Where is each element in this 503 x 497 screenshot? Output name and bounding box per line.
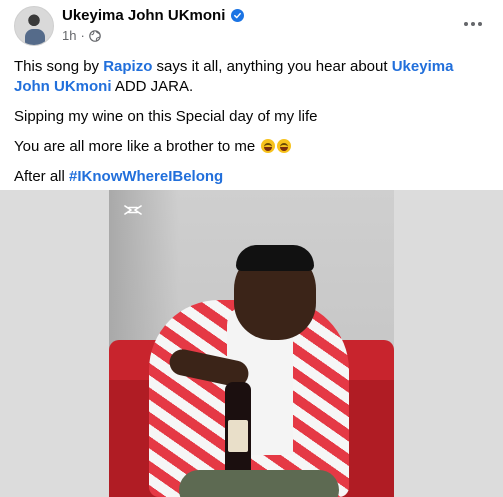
post-meta: 1h ·	[62, 28, 101, 43]
video-frame[interactable]	[109, 190, 394, 497]
video-scene-shorts	[179, 470, 339, 497]
post-paragraph-4: After all #IKnowWhereIBelong	[14, 167, 489, 187]
verified-badge-icon	[231, 9, 245, 22]
post-timestamp[interactable]: 1h	[62, 28, 76, 43]
post-card: Ukeyima John UKmoni 1h · This song by Ra…	[0, 0, 503, 497]
text-segment: You are all more like a brother to me	[14, 138, 260, 155]
avatar[interactable]	[14, 6, 54, 46]
post-paragraph-3: You are all more like a brother to me	[14, 137, 489, 157]
avatar-figure	[25, 29, 45, 45]
post-paragraph-2: Sipping my wine on this Special day of m…	[14, 108, 318, 125]
text-segment: This song by	[14, 58, 104, 75]
post-paragraph-1: This song by Rapizo says it all, anythin…	[14, 57, 489, 97]
video-scene-hair	[236, 245, 314, 271]
post-header: Ukeyima John UKmoni 1h ·	[14, 6, 489, 46]
laughing-emoji-icon	[261, 139, 276, 153]
video-scene-bottle-label	[228, 420, 248, 452]
laughing-emoji-icon	[277, 139, 292, 153]
post-text: This song by Rapizo says it all, anythin…	[14, 57, 489, 197]
capcut-logo-icon	[124, 205, 142, 215]
author-name[interactable]: Ukeyima John UKmoni	[62, 7, 225, 24]
globe-icon	[89, 29, 101, 42]
text-segment: ADD JARA.	[111, 78, 194, 95]
mention-rapizo[interactable]: Rapizo	[103, 58, 152, 75]
more-options-icon[interactable]	[459, 14, 487, 34]
text-segment: says it all, anything you hear about	[152, 58, 392, 75]
post-video[interactable]	[0, 190, 503, 497]
text-segment: After all	[14, 168, 70, 185]
meta-separator: ·	[80, 28, 85, 43]
author-line: Ukeyima John UKmoni	[62, 7, 245, 24]
hashtag-link[interactable]: #IKnowWhereIBelong	[69, 168, 223, 185]
